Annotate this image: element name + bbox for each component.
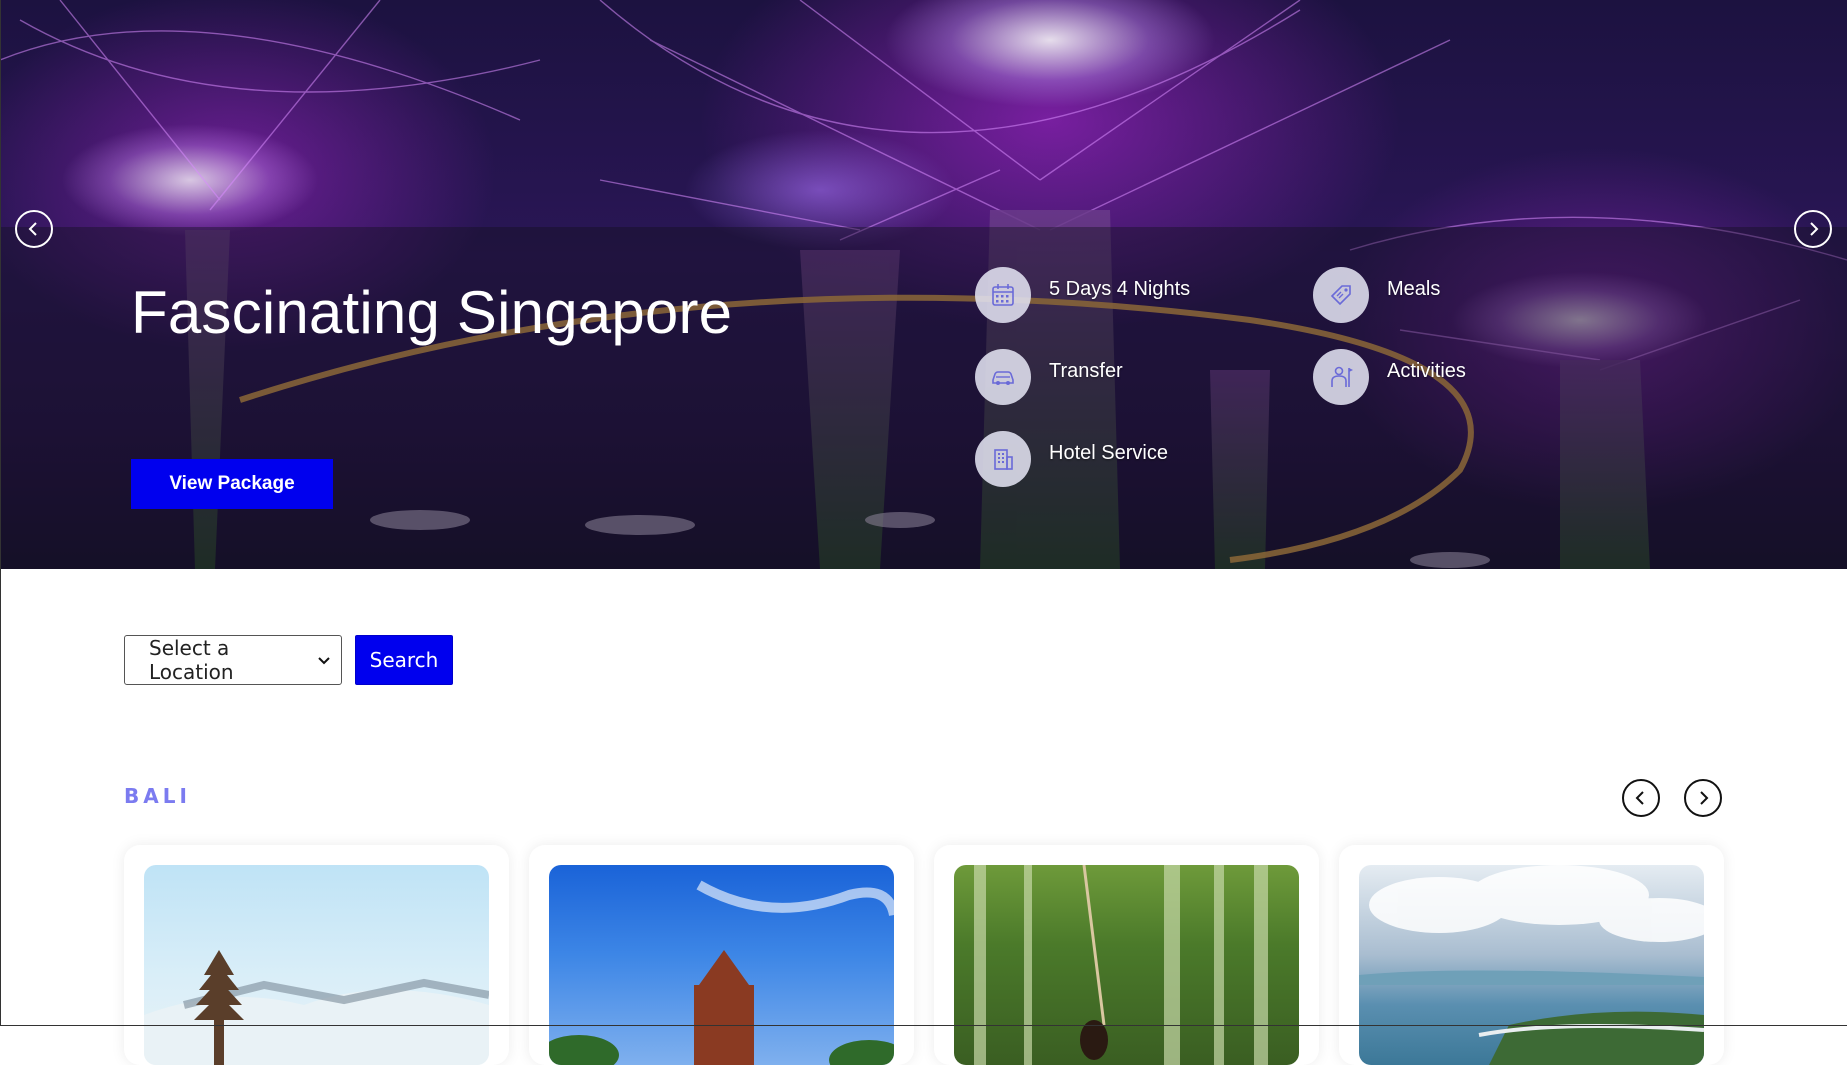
calendar-icon [992, 284, 1014, 306]
search-bar: Select a Location Search [124, 635, 453, 685]
package-card[interactable] [934, 845, 1319, 1065]
hero-banner: Fascinating Singapore View Package 5 Day… [0, 0, 1847, 569]
feature-icon-wrap [975, 267, 1031, 323]
chevron-left-icon [28, 222, 37, 236]
feature-meals: Meals [1313, 267, 1440, 323]
package-image-island-coast [1359, 865, 1704, 1065]
feature-icon-wrap [975, 431, 1031, 487]
hero-next-button[interactable] [1794, 210, 1832, 248]
hero-prev-button[interactable] [15, 210, 53, 248]
search-button[interactable]: Search [355, 635, 453, 685]
feature-label: Activities [1387, 359, 1466, 382]
view-package-button[interactable]: View Package [131, 459, 333, 509]
feature-label: Hotel Service [1049, 441, 1168, 464]
chevron-down-icon [317, 653, 331, 667]
section-prev-button[interactable] [1622, 779, 1660, 817]
chevron-right-icon [1700, 791, 1709, 805]
package-card[interactable] [1339, 845, 1724, 1065]
chevron-right-icon [1810, 222, 1819, 236]
feature-icon-wrap [975, 349, 1031, 405]
feature-label: Meals [1387, 277, 1441, 300]
feature-transfer: Transfer [975, 349, 1123, 405]
package-card[interactable] [124, 845, 509, 1065]
feature-hotel: Hotel Service [975, 431, 1168, 487]
building-icon [994, 449, 1013, 470]
meal-tag-icon [1330, 285, 1351, 306]
feature-icon-wrap [1313, 349, 1369, 405]
package-card[interactable] [529, 845, 914, 1065]
feature-label: 5 Days 4 Nights [1049, 277, 1191, 300]
feature-label: Transfer [1049, 359, 1123, 382]
section-next-button[interactable] [1684, 779, 1722, 817]
package-carousel [124, 845, 1724, 1065]
car-icon [992, 371, 1014, 385]
package-image-temple-lake [144, 865, 489, 1065]
guide-person-icon [1331, 366, 1353, 387]
package-image-forest-swing [954, 865, 1299, 1065]
location-select-value: Select a Location [149, 636, 234, 684]
feature-activities: Activities [1313, 349, 1466, 405]
chevron-left-icon [1635, 791, 1644, 805]
hero-title: Fascinating Singapore [131, 279, 733, 346]
section-title: BALI [124, 784, 191, 808]
package-image-gate-temple [549, 865, 894, 1065]
feature-icon-wrap [1313, 267, 1369, 323]
location-select[interactable]: Select a Location [124, 635, 342, 685]
feature-duration: 5 Days 4 Nights [975, 267, 1190, 323]
